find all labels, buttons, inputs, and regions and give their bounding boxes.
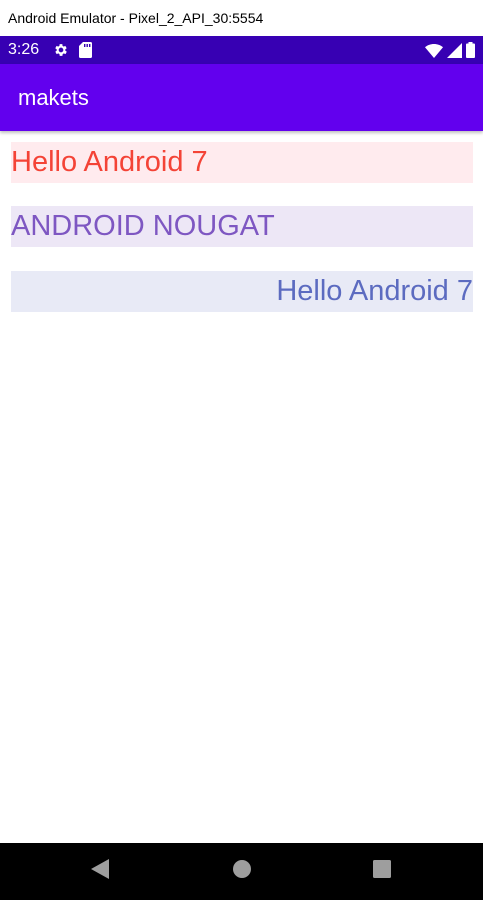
status-time: 3:26 xyxy=(8,41,40,58)
home-icon xyxy=(233,860,251,883)
status-right-icons xyxy=(425,42,475,58)
sd-card-icon xyxy=(79,42,93,58)
text-view-hello-red: Hello Android 7 xyxy=(11,142,473,183)
cell-signal-icon xyxy=(447,42,462,58)
text-view-android-nougat: ANDROID NOUGAT xyxy=(11,206,473,247)
app-bar: makets xyxy=(0,64,483,131)
wifi-icon xyxy=(425,43,443,58)
navigation-bar xyxy=(0,843,483,900)
app-title: makets xyxy=(18,84,89,110)
status-bar: 3:26 xyxy=(0,36,483,64)
recents-icon xyxy=(373,860,391,883)
status-left-icons xyxy=(53,42,93,58)
back-button[interactable] xyxy=(70,843,130,900)
gear-icon xyxy=(53,42,69,58)
back-icon xyxy=(91,859,109,884)
home-button[interactable] xyxy=(212,843,272,900)
battery-icon xyxy=(466,42,475,58)
emulator-window-title: Android Emulator - Pixel_2_API_30:5554 xyxy=(0,0,483,36)
text-view-hello-blue: Hello Android 7 xyxy=(11,271,473,312)
recents-button[interactable] xyxy=(352,843,412,900)
